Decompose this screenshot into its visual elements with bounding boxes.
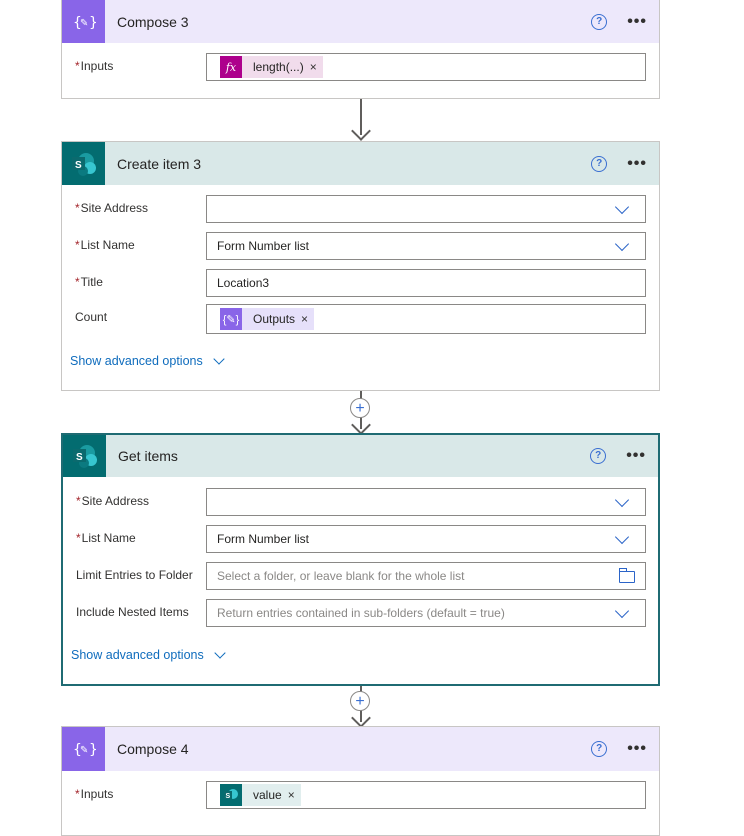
- sharepoint-icon: S: [63, 435, 106, 477]
- chevron-down-icon: [614, 236, 630, 252]
- get-items-header[interactable]: S Get items ? •••: [63, 435, 658, 477]
- inputs-label: *Inputs: [75, 787, 114, 801]
- help-icon[interactable]: ?: [590, 448, 607, 464]
- chevron-down-icon: [214, 646, 226, 659]
- chevron-down-icon: [614, 529, 630, 545]
- more-options-icon[interactable]: •••: [627, 155, 647, 171]
- arrow-down-icon: [351, 415, 371, 435]
- token-label: Outputs: [242, 308, 302, 330]
- count-field[interactable]: {✎} Outputs ×: [206, 304, 646, 334]
- compose-icon: {✎}: [62, 727, 105, 771]
- arrow-down-icon: [351, 708, 371, 728]
- create-item-3-title: Create item 3: [117, 155, 202, 172]
- create-item-3-header[interactable]: S Create item 3 ? •••: [62, 142, 659, 185]
- compose-4-card[interactable]: {✎} Compose 4 ? ••• *Inputs S value ×: [61, 726, 660, 836]
- token-remove-icon[interactable]: ×: [301, 308, 315, 330]
- fx-icon: fx: [220, 56, 242, 78]
- compose-3-header[interactable]: {✎} Compose 3 ? •••: [62, 0, 659, 43]
- more-options-icon[interactable]: •••: [627, 741, 647, 757]
- folder-icon[interactable]: [619, 568, 635, 583]
- site-address-dropdown[interactable]: [206, 488, 646, 516]
- chevron-down-icon: [614, 603, 630, 619]
- sharepoint-icon: S: [62, 142, 105, 185]
- inputs-field[interactable]: fx length(...) ×: [206, 53, 646, 81]
- site-address-label: *Site Address: [75, 201, 149, 215]
- token-remove-icon[interactable]: ×: [309, 56, 323, 78]
- outputs-token[interactable]: {✎} Outputs ×: [220, 308, 315, 330]
- list-name-value: Form Number list: [217, 532, 310, 546]
- compose-3-card[interactable]: {✎} Compose 3 ? ••• *Inputs fx length(..…: [61, 0, 660, 99]
- help-icon[interactable]: ?: [591, 155, 608, 172]
- compose-4-header[interactable]: {✎} Compose 4 ? •••: [62, 727, 659, 771]
- compose-4-title: Compose 4: [117, 741, 189, 757]
- include-nested-items-placeholder: Return entries contained in sub-folders …: [217, 606, 505, 620]
- sharepoint-icon: S: [220, 784, 242, 806]
- help-icon[interactable]: ?: [591, 13, 608, 30]
- required-mark: *: [75, 59, 80, 73]
- chevron-down-icon: [614, 492, 630, 508]
- help-icon[interactable]: ?: [591, 741, 608, 757]
- show-advanced-options-link[interactable]: Show advanced options: [71, 646, 226, 662]
- svg-text:}: }: [89, 15, 96, 31]
- inputs-label: *Inputs: [75, 59, 114, 73]
- count-label: Count: [75, 310, 108, 324]
- svg-text:S: S: [76, 452, 83, 463]
- compose-3-title: Compose 3: [117, 13, 189, 30]
- include-nested-items-label: Include Nested Items: [76, 605, 189, 619]
- more-options-icon[interactable]: •••: [627, 13, 647, 29]
- include-nested-items-dropdown[interactable]: Return entries contained in sub-folders …: [206, 599, 646, 627]
- compose-icon: {✎}: [220, 308, 242, 330]
- chevron-down-icon: [213, 352, 225, 365]
- svg-text:}: }: [89, 742, 96, 758]
- get-items-title: Get items: [118, 448, 178, 464]
- list-name-label: *List Name: [75, 238, 135, 252]
- list-name-label: *List Name: [76, 531, 136, 545]
- title-label: *Title: [75, 275, 103, 289]
- inputs-field[interactable]: S value ×: [206, 781, 646, 809]
- limit-entries-placeholder: Select a folder, or leave blank for the …: [217, 569, 465, 583]
- site-address-label: *Site Address: [76, 494, 150, 508]
- expression-token[interactable]: fx length(...) ×: [220, 56, 323, 78]
- svg-text:✎: ✎: [80, 18, 88, 29]
- get-items-card[interactable]: S Get items ? ••• *Site Address *List Na…: [61, 433, 660, 686]
- title-input[interactable]: Location3: [206, 269, 646, 297]
- token-label: length(...): [242, 56, 310, 78]
- show-advanced-options-link[interactable]: Show advanced options: [70, 352, 225, 368]
- title-value: Location3: [217, 276, 270, 290]
- create-item-3-card[interactable]: S Create item 3 ? ••• *Site Address *Lis…: [61, 141, 660, 391]
- svg-text:✎: ✎: [80, 745, 88, 756]
- list-name-dropdown[interactable]: Form Number list: [206, 232, 646, 260]
- svg-text:S: S: [75, 160, 82, 171]
- arrow-down-icon: [351, 121, 371, 141]
- compose-icon: {✎}: [62, 0, 105, 43]
- site-address-dropdown[interactable]: [206, 195, 646, 223]
- token-remove-icon[interactable]: ×: [287, 784, 301, 806]
- list-name-value: Form Number list: [217, 239, 310, 253]
- limit-entries-folder-input[interactable]: Select a folder, or leave blank for the …: [206, 562, 646, 590]
- value-token[interactable]: S value ×: [220, 784, 301, 806]
- limit-entries-label: Limit Entries to Folder: [76, 568, 193, 582]
- chevron-down-icon: [614, 199, 630, 215]
- svg-text:S: S: [226, 793, 231, 800]
- list-name-dropdown[interactable]: Form Number list: [206, 525, 646, 553]
- token-label: value: [242, 784, 288, 806]
- more-options-icon[interactable]: •••: [626, 448, 646, 464]
